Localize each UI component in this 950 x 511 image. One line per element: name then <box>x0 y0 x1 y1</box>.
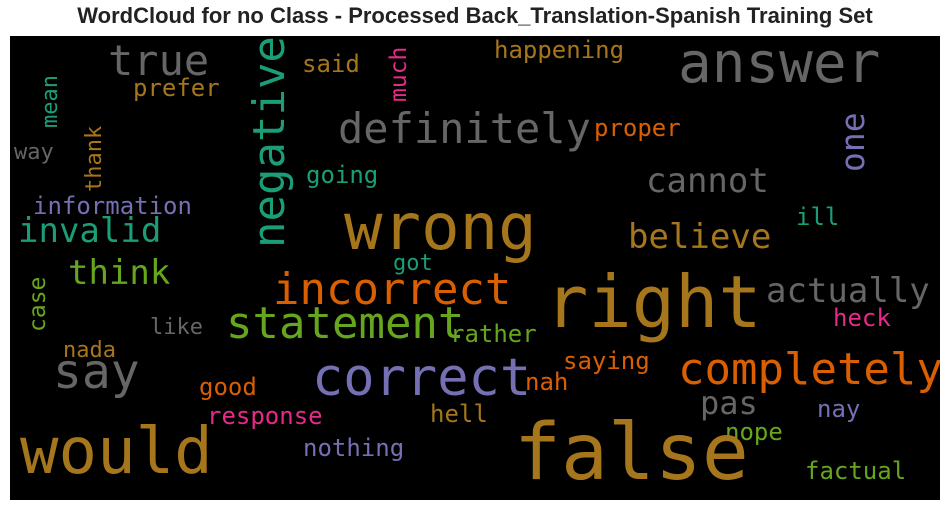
word-think: think <box>68 253 171 293</box>
word-good: good <box>199 373 257 401</box>
word-rather: rather <box>450 320 537 348</box>
word-case: case <box>25 276 51 332</box>
word-actually: actually <box>766 271 930 311</box>
word-thank: thank <box>82 125 107 192</box>
word-response: response <box>207 402 323 430</box>
word-nothing: nothing <box>303 434 405 462</box>
word-one: one <box>833 112 872 172</box>
word-invalid: invalid <box>18 211 162 251</box>
word-like: like <box>150 315 203 340</box>
word-happening: happening <box>494 36 625 64</box>
word-wrong: wrong <box>344 191 537 265</box>
word-proper: proper <box>594 114 681 142</box>
word-prefer: prefer <box>133 74 220 102</box>
word-believe: believe <box>628 217 772 257</box>
word-definitely: definitely <box>338 104 591 153</box>
word-said: said <box>302 50 360 78</box>
word-mean: mean <box>38 75 63 128</box>
word-way: way <box>14 140 54 165</box>
word-cannot: cannot <box>646 161 769 201</box>
word-right: right <box>545 260 762 344</box>
word-correct: correct <box>312 348 532 408</box>
word-would: would <box>20 415 213 489</box>
word-negative: negative <box>244 36 295 248</box>
figure-title: WordCloud for no Class - Processed Back_… <box>77 3 873 28</box>
word-saying: saying <box>563 347 650 375</box>
word-nah: nah <box>525 368 569 396</box>
word-factual: factual <box>805 457 907 485</box>
word-ill: ill <box>796 203 840 231</box>
word-statement: statement <box>226 298 465 349</box>
word-heck: heck <box>833 304 891 332</box>
wordcloud-canvas: answer true negative said much happening defin… <box>10 36 940 500</box>
word-hell: hell <box>430 400 488 428</box>
word-going: going <box>306 161 379 189</box>
word-nay: nay <box>817 395 861 423</box>
word-answer: answer <box>678 36 881 96</box>
word-much: much <box>386 46 412 102</box>
word-false: false <box>514 408 749 498</box>
word-say: say <box>53 344 140 400</box>
